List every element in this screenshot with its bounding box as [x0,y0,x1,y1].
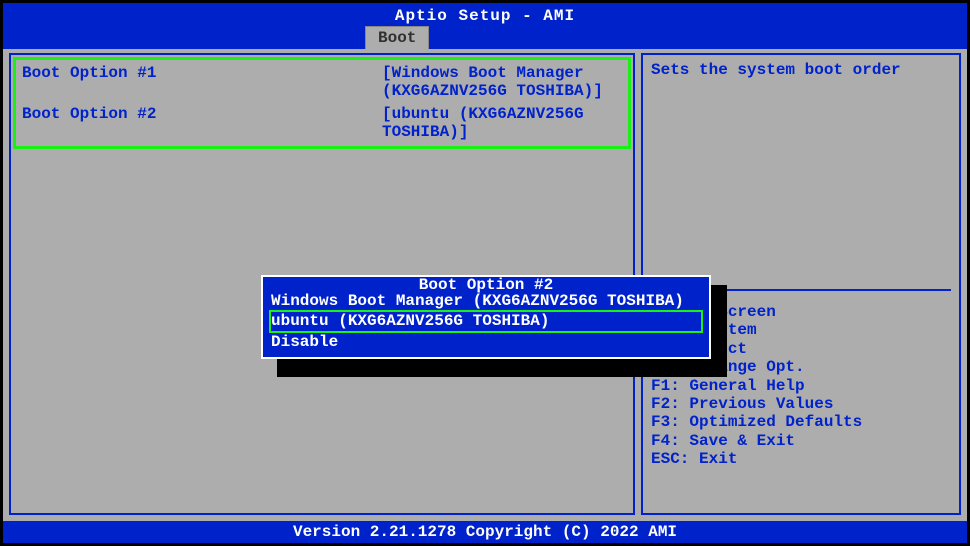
boot-option-row[interactable]: Boot Option #1 [Windows Boot Manager (KX… [22,64,622,101]
boot-option-popup: Boot Option #2 Windows Boot Manager (KXG… [261,275,711,359]
bios-frame: Aptio Setup - AMI Boot Boot Option #1 [W… [0,0,970,546]
help-description: Sets the system boot order [651,61,951,79]
help-line: F3: Optimized Defaults [651,413,951,431]
popup-item[interactable]: Windows Boot Manager (KXG6AZNV256G TOSHI… [269,292,703,310]
body-area: Boot Option #1 [Windows Boot Manager (KX… [3,49,967,519]
boot-options-box: Boot Option #1 [Windows Boot Manager (KX… [13,57,631,149]
footer-bar: Version 2.21.1278 Copyright (C) 2022 AMI [3,521,967,543]
boot-option-value: [Windows Boot Manager (KXG6AZNV256G TOSH… [382,64,622,101]
popup-items: Windows Boot Manager (KXG6AZNV256G TOSHI… [263,292,709,351]
top-bar: Aptio Setup - AMI Boot [3,3,967,49]
help-line: F2: Previous Values [651,395,951,413]
boot-option-label: Boot Option #2 [22,105,382,142]
help-line: F4: Save & Exit [651,432,951,450]
popup-item-selected[interactable]: ubuntu (KXG6AZNV256G TOSHIBA) [269,310,703,332]
help-line: ESC: Exit [651,450,951,468]
popup-item[interactable]: Disable [269,333,703,351]
bios-title: Aptio Setup - AMI [3,3,967,25]
boot-option-row[interactable]: Boot Option #2 [ubuntu (KXG6AZNV256G TOS… [22,105,622,142]
boot-option-value: [ubuntu (KXG6AZNV256G TOSHIBA)] [382,105,622,142]
tab-boot[interactable]: Boot [365,26,429,49]
help-line: F1: General Help [651,377,951,395]
boot-option-label: Boot Option #1 [22,64,382,101]
